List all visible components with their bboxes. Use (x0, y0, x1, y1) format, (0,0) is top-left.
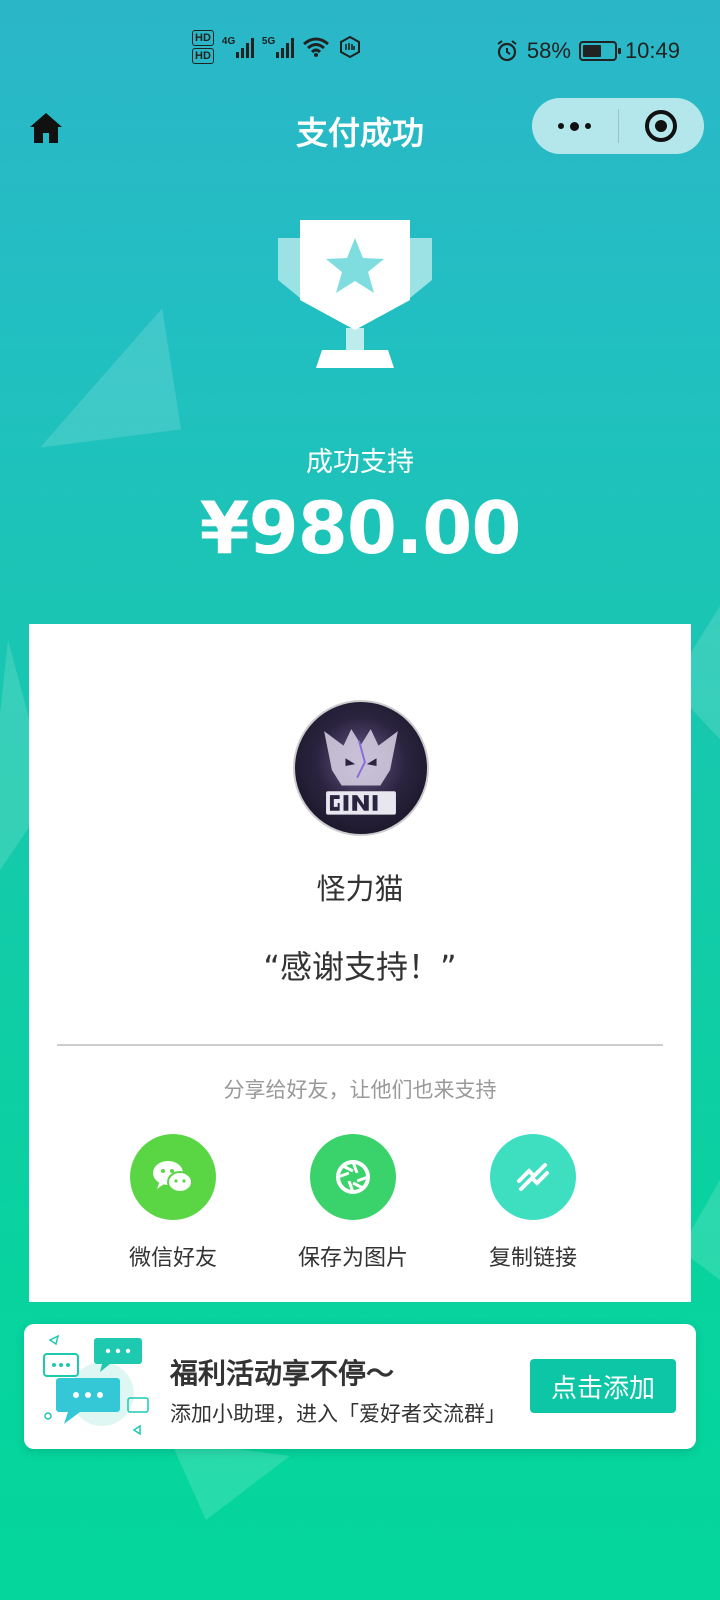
chat-bubbles-illustration (43, 1334, 149, 1436)
clock-time: 10:49 (624, 38, 680, 63)
battery-icon (578, 41, 621, 61)
promo-banner[interactable]: 福利活动享不停～ 添加小助理，进入「爱好者交流群」 点击添加 (24, 1324, 696, 1449)
avatar (293, 700, 429, 836)
alarm-icon (497, 40, 517, 62)
network-type-label: 5G (261, 36, 276, 47)
trophy-icon (278, 220, 432, 368)
card-divider (57, 1044, 663, 1046)
network-type-label: 4G (221, 36, 236, 47)
status-left: HD HD 4G 5G (192, 30, 362, 64)
hd-badge: HD (192, 48, 214, 64)
thanks-message: “感谢支持！” (263, 948, 457, 986)
banner-subtitle: 添加小助理，进入「爱好者交流群」 (170, 1402, 506, 1426)
status-bar: HD HD 4G 5G 58% 10:49 (0, 0, 720, 104)
banner-title: 福利活动享不停～ (170, 1357, 395, 1390)
add-assistant-button[interactable]: 点击添加 (530, 1359, 676, 1413)
signal-4g-icon: 4G (222, 36, 254, 58)
bg-decor-shape (170, 1440, 290, 1520)
battery-percent: 58% (526, 38, 571, 63)
wifi-icon (302, 37, 329, 57)
success-label: 成功支持 (306, 447, 414, 478)
wechat-icon[interactable] (130, 1134, 216, 1220)
hd-indicators: HD HD (192, 30, 214, 64)
camera-shutter-icon[interactable] (310, 1134, 396, 1220)
link-icon[interactable] (490, 1134, 576, 1220)
share-label: 微信好友 (128, 1246, 217, 1271)
miniprogram-capsule (532, 98, 704, 154)
hand-shield-icon (339, 35, 360, 59)
more-dots-icon[interactable] (532, 98, 618, 154)
share-label: 保存为图片 (297, 1246, 408, 1271)
support-card: 怪力猫 “感谢支持！” 分享给好友，让他们也来支持 微信好友 保存为图片 复制链… (29, 624, 691, 1302)
paid-amount: ¥980.00 (199, 486, 522, 570)
author-name: 怪力猫 (316, 872, 404, 906)
share-label: 复制链接 (488, 1246, 577, 1271)
copy-link-button[interactable]: 复制链接 (453, 1134, 613, 1272)
signal-5g-icon: 5G (262, 36, 294, 58)
share-wechat-button[interactable]: 微信好友 (93, 1134, 253, 1272)
share-hint: 分享给好友，让他们也来支持 (223, 1078, 497, 1102)
hd-badge: HD (192, 30, 214, 46)
nav-bar: 支付成功 (0, 92, 720, 170)
status-right: 58% 10:49 (495, 38, 680, 64)
avatar-logo-image (324, 729, 398, 815)
save-image-button[interactable]: 保存为图片 (273, 1134, 433, 1272)
target-close-icon[interactable] (619, 98, 705, 154)
